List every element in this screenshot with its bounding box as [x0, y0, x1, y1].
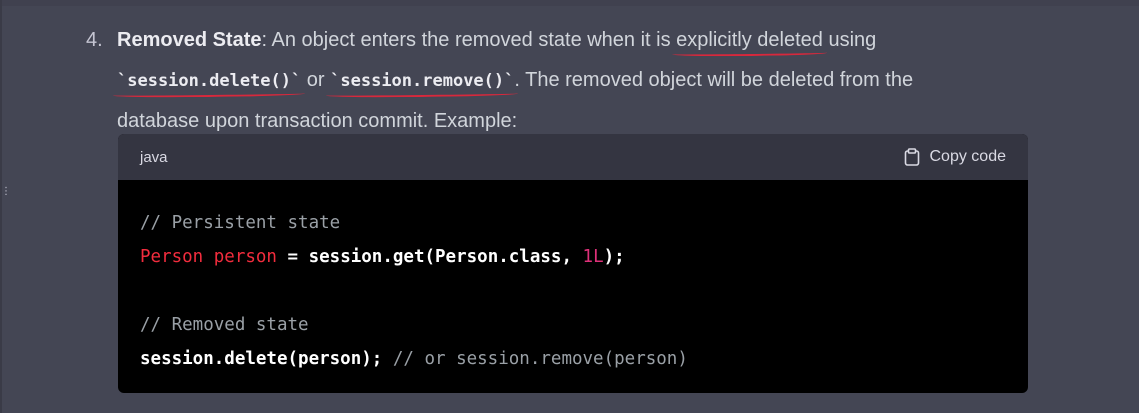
- item-text: using: [822, 29, 877, 51]
- item-text: or: [301, 69, 331, 91]
- annotated-text: explicitly deleted: [676, 20, 823, 60]
- inline-code-remove: `session.remove()`: [330, 61, 514, 101]
- code-variable: person: [203, 247, 277, 267]
- code-comment: // Persistent state: [140, 213, 341, 233]
- code-line: Person person = session.get(Person.class…: [140, 240, 1006, 274]
- code-block: java Copy code // Persistent state Person…: [118, 134, 1028, 393]
- left-edge: [0, 0, 2, 413]
- copy-code-label: Copy code: [929, 148, 1007, 165]
- clipboard-icon: [904, 148, 920, 166]
- item-text: . The removed object will be deleted fro…: [514, 69, 914, 91]
- item-text: : An object enters the removed state whe…: [261, 29, 677, 51]
- code-comment: // or session.remove(person): [382, 349, 688, 369]
- code-body: // Persistent state Person person = sessi…: [118, 180, 1028, 376]
- code-type: Person: [140, 247, 204, 267]
- code-text: );: [603, 247, 625, 267]
- scroll-handle-icon[interactable]: ⋮: [1, 186, 11, 197]
- top-strip: [0, 0, 1139, 6]
- inline-code-delete: `session.delete()`: [117, 61, 301, 101]
- code-language-label: java: [140, 148, 168, 166]
- code-header: java Copy code: [118, 134, 1028, 180]
- code-text: = session.get(Person.class,: [276, 247, 583, 267]
- list-item-body: Removed State: An object enters the remo…: [117, 20, 1047, 141]
- code-comment: // Removed state: [140, 315, 309, 335]
- code-number: 1L: [582, 247, 604, 267]
- code-text: session.delete(person);: [140, 349, 383, 369]
- code-line: session.delete(person); // or session.re…: [140, 342, 1006, 376]
- code-line: // Removed state: [140, 308, 1006, 342]
- item-text: database upon transaction commit. Exampl…: [117, 110, 518, 132]
- copy-code-button[interactable]: Copy code: [904, 148, 1007, 166]
- item-title: Removed State: [117, 29, 262, 51]
- code-line: // Persistent state: [140, 206, 1006, 240]
- list-number: 4.: [86, 29, 103, 51]
